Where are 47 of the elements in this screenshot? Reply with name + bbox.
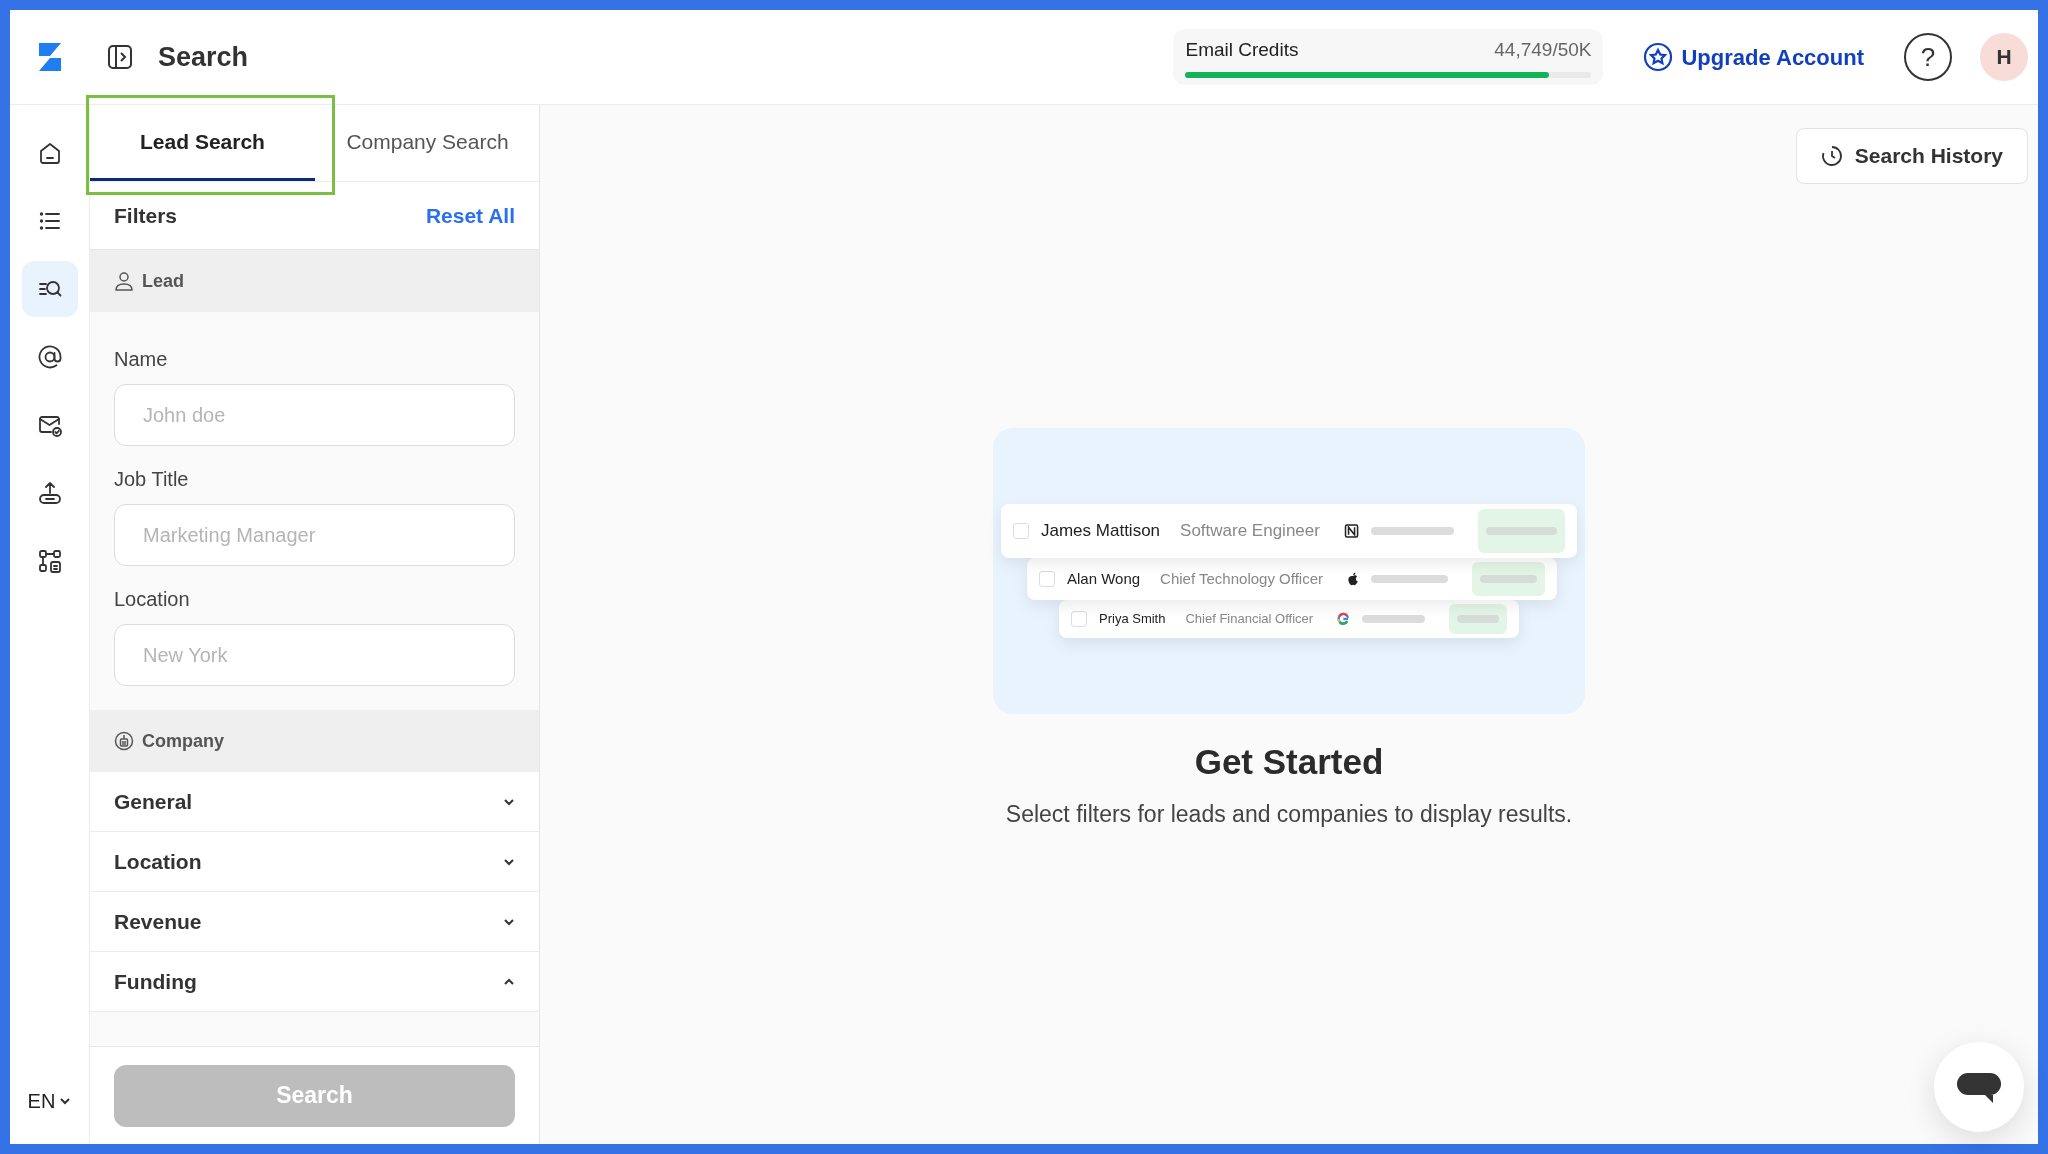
at-sign-icon — [36, 344, 63, 370]
nav-item[interactable] — [21, 261, 78, 317]
field-label: Name — [114, 347, 169, 372]
page-title: Search — [158, 40, 249, 74]
lead-title: Software Engineer — [1180, 520, 1320, 543]
g-logo-icon — [1337, 611, 1350, 627]
search-history-button[interactable]: Search History — [1795, 128, 2028, 184]
filters-heading: Filters — [114, 202, 178, 229]
tab[interactable]: Company Search — [315, 105, 540, 181]
status-pill — [1448, 603, 1507, 635]
reset-all-link[interactable]: Reset All — [425, 199, 515, 232]
upload-tray-icon — [36, 480, 63, 506]
chevron-down-icon — [59, 1095, 72, 1107]
credits-label: Email Credits — [1185, 37, 1299, 62]
sidebar-toggle-icon[interactable] — [106, 43, 134, 71]
input-field[interactable]: New York — [114, 624, 515, 686]
credits-reading: 44,749/50K — [1494, 37, 1592, 62]
help-button[interactable]: ? — [1904, 33, 1952, 81]
section-header: Lead — [90, 250, 539, 312]
upgrade-link[interactable]: Upgrade Account — [1643, 40, 1864, 74]
placeholder-bar — [1361, 615, 1425, 623]
empty-state-message: Select filters for leads and companies to display results. — [1005, 799, 1573, 829]
lead-name: James Mattison — [1041, 520, 1161, 543]
person-icon — [114, 271, 134, 291]
star-badge-icon — [1643, 42, 1674, 72]
lead-title: Chief Financial Officer — [1185, 610, 1314, 629]
user-avatar[interactable]: H — [1980, 33, 2028, 81]
lead-name: Alan Wong — [1067, 568, 1141, 589]
building-icon — [114, 731, 134, 751]
filter-group[interactable]: General — [90, 772, 539, 832]
input-field[interactable]: Marketing Manager — [114, 504, 515, 566]
filter-group[interactable]: Funding — [90, 952, 539, 1012]
empty-state-title: Get Started — [1194, 741, 1384, 783]
lead-name: Priya Smith — [1099, 610, 1166, 629]
field-label: Location — [114, 587, 191, 612]
n-logo-icon — [1343, 521, 1359, 541]
language-select[interactable]: EN — [27, 1086, 72, 1116]
field-label: Job Title — [114, 467, 190, 492]
filter-group[interactable]: Location — [90, 832, 539, 892]
lead-title: Chief Technology Officer — [1160, 568, 1323, 589]
apple-icon — [1347, 570, 1360, 588]
tab[interactable]: Lead Search — [90, 105, 315, 181]
clock-icon — [1820, 145, 1843, 167]
input-field[interactable]: John doe — [114, 384, 515, 446]
filter-group[interactable]: Revenue — [90, 892, 539, 952]
workflow-icon — [36, 548, 63, 574]
section-header: Company — [90, 710, 539, 772]
